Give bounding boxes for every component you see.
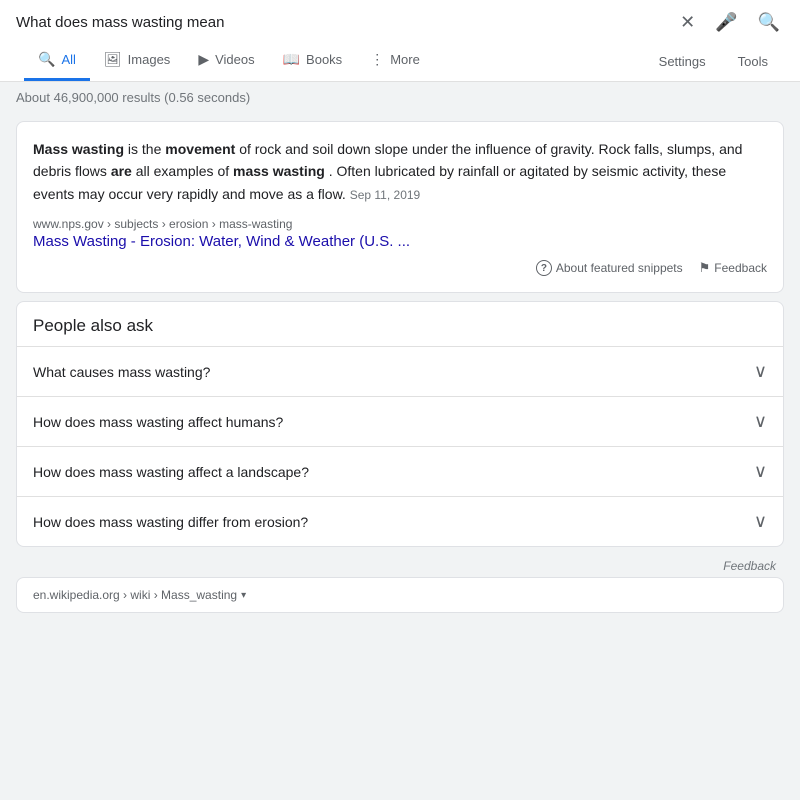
paa-item-3[interactable]: How does mass wasting differ from erosio… bbox=[17, 496, 783, 546]
tab-books-label: Books bbox=[306, 52, 342, 67]
all-icon: 🔍 bbox=[38, 51, 55, 68]
close-button[interactable]: ✕ bbox=[676, 8, 699, 37]
tab-images-label: Images bbox=[128, 52, 171, 67]
nav-tabs: 🔍 All 🖼 Images ▶ Videos 📖 Books ⋮ More S… bbox=[16, 41, 784, 81]
snippet-text-3: all examples of bbox=[136, 163, 233, 179]
chevron-down-icon-2: ∨ bbox=[754, 461, 767, 482]
tab-all[interactable]: 🔍 All bbox=[24, 41, 90, 81]
tab-images[interactable]: 🖼 Images bbox=[90, 41, 184, 81]
paa-item-2[interactable]: How does mass wasting affect a landscape… bbox=[17, 446, 783, 496]
paa-item-1[interactable]: How does mass wasting affect humans? ∨ bbox=[17, 396, 783, 446]
featured-snippet: Mass wasting is the movement of rock and… bbox=[16, 121, 784, 293]
videos-icon: ▶ bbox=[198, 51, 209, 68]
nav-right: Settings Tools bbox=[651, 44, 776, 79]
mic-button[interactable]: 🎤 bbox=[711, 8, 741, 37]
snippet-footer: ? About featured snippets ⚑ Feedback bbox=[33, 260, 767, 276]
snippet-text: Mass wasting is the movement of rock and… bbox=[33, 138, 767, 205]
images-icon: 🖼 bbox=[104, 51, 122, 68]
wiki-url-text: en.wikipedia.org › wiki › Mass_wasting bbox=[33, 588, 237, 602]
chevron-down-icon-3: ∨ bbox=[754, 511, 767, 532]
snippet-feedback-label: Feedback bbox=[714, 261, 767, 275]
tab-all-label: All bbox=[61, 52, 75, 67]
about-snippets-label: About featured snippets bbox=[556, 261, 683, 275]
paa-question-1: How does mass wasting affect humans? bbox=[33, 414, 283, 430]
books-icon: 📖 bbox=[283, 51, 300, 68]
bottom-feedback: Feedback bbox=[16, 555, 784, 577]
settings-button[interactable]: Settings bbox=[651, 44, 714, 79]
snippet-bold-4: mass wasting bbox=[233, 163, 325, 179]
snippet-bold-1: Mass wasting bbox=[33, 141, 124, 157]
paa-question-3: How does mass wasting differ from erosio… bbox=[33, 514, 308, 530]
bottom-feedback-label[interactable]: Feedback bbox=[723, 559, 776, 573]
snippet-url: www.nps.gov › subjects › erosion › mass-… bbox=[33, 217, 767, 231]
wiki-result: en.wikipedia.org › wiki › Mass_wasting ▾ bbox=[16, 577, 784, 613]
paa-title: People also ask bbox=[17, 302, 783, 346]
tools-button[interactable]: Tools bbox=[730, 44, 776, 79]
tab-more[interactable]: ⋮ More bbox=[356, 41, 434, 81]
search-button[interactable]: 🔍 bbox=[754, 8, 784, 37]
flag-icon: ⚑ bbox=[699, 260, 711, 276]
snippet-feedback-button[interactable]: ⚑ Feedback bbox=[699, 260, 767, 276]
search-icons: ✕ 🎤 🔍 bbox=[676, 8, 784, 37]
chevron-down-icon-0: ∨ bbox=[754, 361, 767, 382]
chevron-down-icon-1: ∨ bbox=[754, 411, 767, 432]
snippet-text-1: is the bbox=[128, 141, 165, 157]
tab-videos-label: Videos bbox=[215, 52, 255, 67]
search-bar-row: What does mass wasting mean ✕ 🎤 🔍 bbox=[16, 0, 784, 41]
results-info: About 46,900,000 results (0.56 seconds) bbox=[0, 82, 800, 113]
main-content: Mass wasting is the movement of rock and… bbox=[0, 113, 800, 629]
snippet-bold-3: are bbox=[111, 163, 132, 179]
more-icon: ⋮ bbox=[370, 51, 384, 68]
paa-item-0[interactable]: What causes mass wasting? ∨ bbox=[17, 346, 783, 396]
paa-question-0: What causes mass wasting? bbox=[33, 364, 210, 380]
snippet-link[interactable]: Mass Wasting - Erosion: Water, Wind & We… bbox=[33, 233, 410, 250]
paa-section: People also ask What causes mass wasting… bbox=[16, 301, 784, 547]
paa-question-2: How does mass wasting affect a landscape… bbox=[33, 464, 309, 480]
tab-more-label: More bbox=[390, 52, 420, 67]
dropdown-arrow-icon[interactable]: ▾ bbox=[241, 590, 246, 601]
about-snippets-button[interactable]: ? About featured snippets bbox=[536, 260, 683, 276]
info-icon: ? bbox=[536, 260, 552, 276]
search-query: What does mass wasting mean bbox=[16, 14, 676, 31]
tab-books[interactable]: 📖 Books bbox=[269, 41, 357, 81]
wiki-url: en.wikipedia.org › wiki › Mass_wasting ▾ bbox=[33, 588, 767, 602]
tab-videos[interactable]: ▶ Videos bbox=[184, 41, 268, 81]
snippet-bold-2: movement bbox=[165, 141, 235, 157]
snippet-date: Sep 11, 2019 bbox=[350, 188, 421, 202]
top-bar: What does mass wasting mean ✕ 🎤 🔍 🔍 All … bbox=[0, 0, 800, 82]
snippet-source: www.nps.gov › subjects › erosion › mass-… bbox=[33, 217, 767, 250]
